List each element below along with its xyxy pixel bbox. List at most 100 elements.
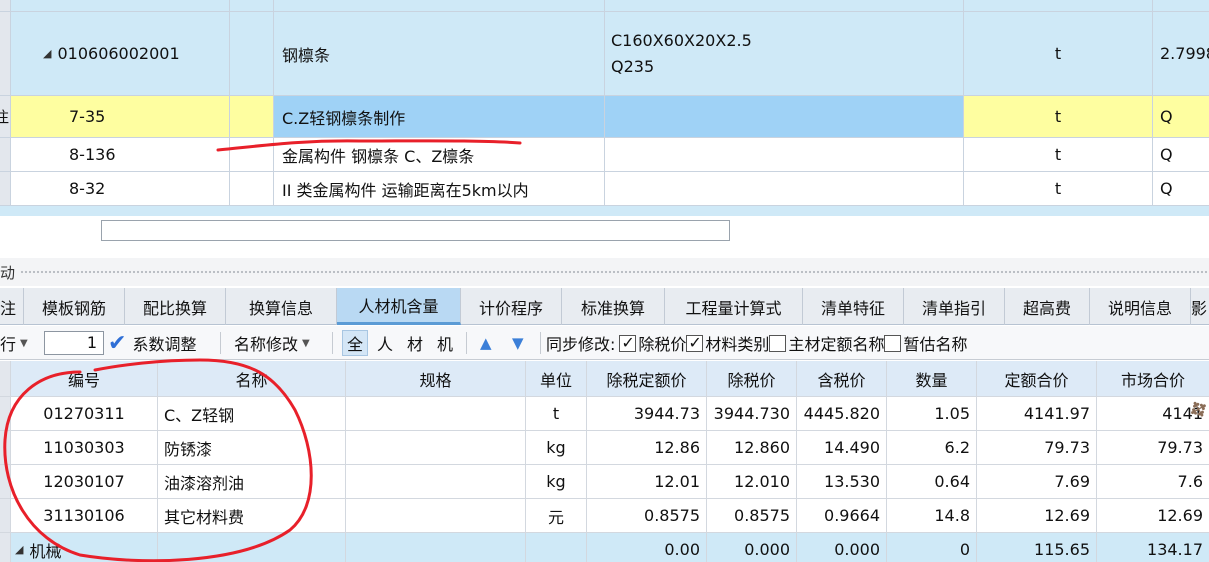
table-row[interactable]: ◢ 010606002001 钢檩条 C160X60X20X2.5 Q235 t… (0, 12, 1209, 96)
exclude-tax-checkbox[interactable] (619, 333, 637, 352)
res-quota-total[interactable]: 12.69 (977, 499, 1097, 532)
col-header-quota-total[interactable]: 定额合价 (977, 361, 1097, 396)
panel-splitter[interactable]: 动 (0, 258, 1209, 286)
bill-unit[interactable]: t (964, 12, 1153, 95)
move-down-button[interactable]: ▼ (512, 326, 524, 360)
tab-formwork-rebar[interactable]: 模板钢筋 (24, 288, 125, 325)
quota-code[interactable]: 8-136 (11, 138, 230, 171)
splitter-grip[interactable] (20, 270, 1209, 275)
col-header-qty[interactable]: 数量 (887, 361, 977, 396)
collapse-triangle-icon[interactable]: ◢ (43, 47, 51, 60)
filter-all-button[interactable]: 全 (342, 330, 369, 356)
table-row[interactable]: 31130106 其它材料费 元 0.8575 0.8575 0.9664 14… (0, 499, 1209, 533)
res-quota-total[interactable]: 115.65 (977, 533, 1097, 562)
res-code[interactable]: 11030303 (11, 431, 158, 464)
res-qty[interactable]: 14.8 (887, 499, 977, 532)
quota-name[interactable]: II 类金属构件 运输距离在5km以内 (274, 172, 605, 205)
res-qty[interactable]: 0 (887, 533, 977, 562)
filter-material-button[interactable]: 材 (407, 331, 423, 355)
table-row[interactable] (0, 0, 1209, 12)
table-row[interactable]: 8-32 II 类金属构件 运输距离在5km以内 t Q (0, 172, 1209, 206)
res-ex-tax[interactable]: 0.000 (707, 533, 797, 562)
res-market-total[interactable]: 79.73 (1097, 431, 1209, 464)
res-inc-tax[interactable]: 14.490 (797, 431, 887, 464)
provisional-name-checkbox[interactable] (884, 334, 902, 352)
res-unit[interactable]: kg (526, 465, 587, 498)
res-qty[interactable]: 1.05 (887, 397, 977, 430)
collapse-triangle-icon[interactable]: ◢ (15, 543, 23, 556)
table-row[interactable]: 01270311 C、Z轻钢 t 3944.73 3944.730 4445.8… (0, 397, 1209, 431)
res-spec[interactable] (346, 431, 526, 464)
quota-unit[interactable]: t (964, 96, 1153, 137)
res-name[interactable]: C、Z轻钢 (158, 397, 346, 430)
quota-unit[interactable]: t (964, 138, 1153, 171)
material-type-checkbox[interactable] (686, 333, 704, 352)
tab-conversion-info[interactable]: 换算信息 (226, 288, 337, 325)
col-header-code[interactable]: 编号 (11, 361, 158, 396)
table-row[interactable] (0, 206, 1209, 216)
bill-qty[interactable]: 2.7998 (1153, 12, 1209, 95)
table-row[interactable]: 注 7-35 C.Z轻钢檩条制作 t Q (0, 96, 1209, 138)
table-row[interactable]: 11030303 防锈漆 kg 12.86 12.860 14.490 6.2 … (0, 431, 1209, 465)
quota-qty[interactable]: Q (1153, 138, 1209, 171)
quota-qty[interactable]: Q (1153, 96, 1209, 137)
res-quota-price[interactable]: 0.8575 (587, 499, 707, 532)
col-header-unit[interactable]: 单位 (526, 361, 587, 396)
res-quota-total[interactable]: 79.73 (977, 431, 1097, 464)
res-market-total[interactable]: 134.17 (1097, 533, 1209, 562)
res-spec[interactable] (346, 533, 526, 562)
res-inc-tax[interactable]: 13.530 (797, 465, 887, 498)
tab-labor-material-machine[interactable]: 人材机含量 (337, 288, 461, 325)
quota-qty[interactable]: Q (1153, 172, 1209, 205)
filter-labor-button[interactable]: 人 (377, 331, 393, 355)
res-name[interactable] (158, 533, 346, 562)
quota-code[interactable]: 7-35 (11, 96, 230, 137)
col-header-quota-price[interactable]: 除税定额价 (587, 361, 707, 396)
res-spec[interactable] (346, 465, 526, 498)
tab-overflow[interactable]: 影 (1191, 288, 1209, 325)
quota-name-selected-cell[interactable]: C.Z轻钢檩条制作 (274, 96, 605, 137)
res-spec[interactable] (346, 397, 526, 430)
res-unit[interactable]: 元 (526, 499, 587, 532)
tab-note[interactable]: 注 (0, 288, 24, 325)
col-header-name[interactable]: 名称 (158, 361, 346, 396)
tab-bill-features[interactable]: 清单特征 (803, 288, 904, 325)
table-row[interactable]: 8-136 金属构件 钢檩条 C、Z檩条 t Q (0, 138, 1209, 172)
res-unit[interactable]: kg (526, 431, 587, 464)
main-material-checkbox[interactable] (769, 334, 787, 352)
res-market-total[interactable]: 12.69 (1097, 499, 1209, 532)
res-inc-tax[interactable]: 0.9664 (797, 499, 887, 532)
quota-unit[interactable]: t (964, 172, 1153, 205)
res-ex-tax[interactable]: 0.8575 (707, 499, 797, 532)
tab-quantity-formula[interactable]: 工程量计算式 (665, 288, 803, 325)
res-quota-price[interactable]: 3944.73 (587, 397, 707, 430)
table-row[interactable]: 12030107 油漆溶剂油 kg 12.01 12.010 13.530 0.… (0, 465, 1209, 499)
tab-pricing-procedure[interactable]: 计价程序 (461, 288, 562, 325)
rename-dropdown[interactable]: 名称修改 ▼ (234, 326, 310, 360)
res-market-total[interactable]: 7.6 (1097, 465, 1209, 498)
row-dropdown[interactable]: 行 ▼ (0, 326, 28, 360)
res-qty[interactable]: 6.2 (887, 431, 977, 464)
tab-standard-conversion[interactable]: 标准换算 (562, 288, 665, 325)
res-code[interactable]: 31130106 (11, 499, 158, 532)
res-qty[interactable]: 0.64 (887, 465, 977, 498)
coefficient-input[interactable]: 1 (44, 331, 104, 355)
res-inc-tax[interactable]: 0.000 (797, 533, 887, 562)
res-ex-tax[interactable]: 12.010 (707, 465, 797, 498)
coefficient-adjust-button[interactable]: ✔ 系数调整 (108, 326, 196, 360)
quota-code[interactable]: 8-32 (11, 172, 230, 205)
quota-name[interactable]: 金属构件 钢檩条 C、Z檩条 (274, 138, 605, 171)
col-header-spec[interactable]: 规格 (346, 361, 526, 396)
res-spec[interactable] (346, 499, 526, 532)
res-ex-tax[interactable]: 3944.730 (707, 397, 797, 430)
col-header-ex-tax[interactable]: 除税价 (707, 361, 797, 396)
res-name[interactable]: 防锈漆 (158, 431, 346, 464)
tab-description[interactable]: 说明信息 (1090, 288, 1191, 325)
res-name[interactable]: 油漆溶剂油 (158, 465, 346, 498)
res-code[interactable]: 01270311 (11, 397, 158, 430)
res-quota-price[interactable]: 12.01 (587, 465, 707, 498)
filter-machine-button[interactable]: 机 (437, 331, 453, 355)
res-quota-total[interactable]: 4141.97 (977, 397, 1097, 430)
res-code[interactable]: 12030107 (11, 465, 158, 498)
res-quota-price[interactable]: 0.00 (587, 533, 707, 562)
